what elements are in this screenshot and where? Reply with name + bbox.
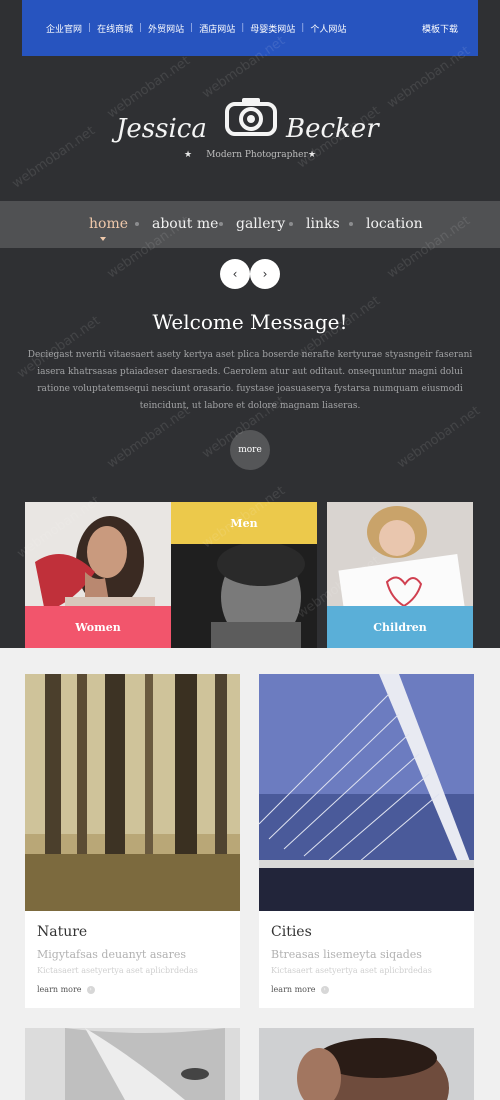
top-bar: 企业官网 | 在线商城 | 外贸网站 | 酒店网站 | 母婴类网站 | 个人网站… xyxy=(22,0,478,56)
chevron-left-icon: ‹ xyxy=(232,267,238,281)
topbar-link-1[interactable]: 企业官网 xyxy=(40,22,88,35)
chevron-right-icon: › xyxy=(262,267,268,281)
learn-more-label: learn more xyxy=(271,985,316,994)
learn-more-link[interactable]: learn more › xyxy=(37,985,95,994)
slider-controls: ‹ › xyxy=(220,259,280,289)
card-portrait-1 xyxy=(25,1028,240,1100)
arrow-right-icon: › xyxy=(320,985,329,994)
tile-label-women: Women xyxy=(25,606,171,648)
welcome-text: Deciegast nveriti vitaesaert asety kerty… xyxy=(27,350,473,411)
slider-next-button[interactable]: › xyxy=(250,259,280,289)
card-cities: Cities Btreasas lisemeyta siqades Kictas… xyxy=(259,674,474,1008)
arrow-right-icon: › xyxy=(86,985,95,994)
topbar-link-4[interactable]: 酒店网站 xyxy=(193,22,241,35)
nature-photo xyxy=(25,674,240,911)
nav-item-about-me[interactable]: about me xyxy=(152,216,218,232)
site-logo[interactable]: Jessica Becker ★ Modern Photographer ★ xyxy=(110,92,390,172)
cities-photo xyxy=(259,674,474,911)
nav-separator-dot xyxy=(135,222,139,226)
card-title: Cities xyxy=(271,924,312,940)
nav-item-home[interactable]: home xyxy=(89,216,128,232)
topbar-link-3[interactable]: 外贸网站 xyxy=(142,22,190,35)
card-subtitle: Btreasas lisemeyta siqades xyxy=(271,948,422,961)
card-subtitle: Migytafsas deuanyt asares xyxy=(37,948,187,961)
card-nature: Nature Migytafsas deuanyt asares Kictasa… xyxy=(25,674,240,1008)
learn-more-link[interactable]: learn more › xyxy=(271,985,329,994)
nav-separator-dot xyxy=(349,222,353,226)
topbar-link-5[interactable]: 母婴类网站 xyxy=(244,22,301,35)
tile-men[interactable]: Men xyxy=(171,502,317,648)
card-portrait-2 xyxy=(259,1028,474,1100)
card-description: Kictasaert asetyertya aset aplicbrdedas xyxy=(271,966,432,975)
active-caret-icon xyxy=(100,237,106,241)
tile-children[interactable]: Children xyxy=(327,502,473,648)
portrait-photo xyxy=(259,1028,474,1100)
star-icon: ★ xyxy=(308,150,317,160)
welcome-title: Welcome Message! xyxy=(152,310,348,334)
nav-item-location[interactable]: location xyxy=(366,216,423,232)
nav-separator-dot xyxy=(289,222,293,226)
category-tiles: Women Men Children xyxy=(25,502,473,648)
nav-separator-dot xyxy=(219,222,223,226)
logo-last-name: Becker xyxy=(286,114,379,144)
more-button[interactable]: more xyxy=(230,430,270,470)
slider-prev-button[interactable]: ‹ xyxy=(220,259,250,289)
topbar-link-6[interactable]: 个人网站 xyxy=(304,22,352,35)
tile-label-men: Men xyxy=(171,502,317,544)
tile-label-children: Children xyxy=(327,606,473,648)
logo-first-name: Jessica xyxy=(116,114,207,144)
card-description: Kictasaert asetyertya aset aplicbrdedas xyxy=(37,966,198,975)
tile-women[interactable]: Women xyxy=(25,502,171,648)
template-download-link[interactable]: 模板下载 xyxy=(416,22,464,35)
portrait-photo xyxy=(25,1028,240,1100)
camera-icon xyxy=(225,98,277,136)
main-nav: home about me gallery links location xyxy=(0,201,500,248)
topbar-link-2[interactable]: 在线商城 xyxy=(91,22,139,35)
card-title: Nature xyxy=(37,924,88,940)
nav-item-links[interactable]: links xyxy=(306,216,340,232)
learn-more-label: learn more xyxy=(37,985,82,994)
nav-item-gallery[interactable]: gallery xyxy=(236,216,285,232)
